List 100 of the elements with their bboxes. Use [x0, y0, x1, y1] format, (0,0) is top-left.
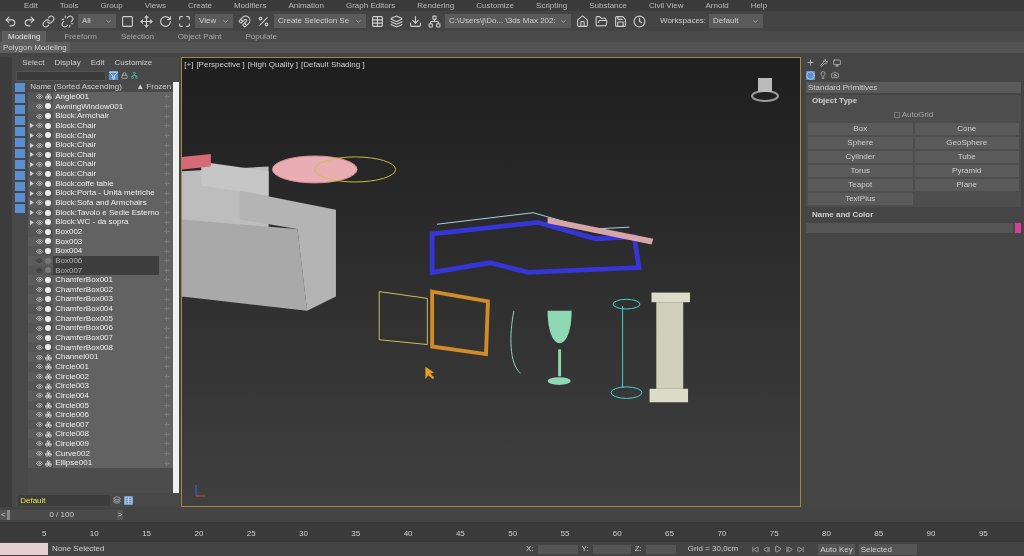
explorer-row[interactable]: Block:Chair — [28, 130, 174, 141]
unlink-button[interactable] — [59, 13, 75, 29]
explorer-row[interactable]: Circle002 — [28, 371, 174, 382]
track-bar[interactable]: 5 10 15 20 25 30 35 40 45 50 55 60 65 70 75 80 85 90 95 — [0, 522, 1024, 542]
explorer-row[interactable]: Block:Chair — [28, 149, 174, 160]
expand-arrow-icon[interactable] — [30, 152, 35, 158]
menu-item[interactable]: Help — [750, 0, 768, 11]
time-slider-track[interactable]: 0 / 100 — [6, 509, 117, 520]
workspace-dropdown[interactable]: Default — [709, 14, 764, 28]
script-listener-field[interactable] — [0, 543, 48, 555]
column-header[interactable]: ▲ Frozen — [136, 82, 172, 92]
viewport-label[interactable]: [Default Shading ] — [301, 59, 365, 71]
explorer-row[interactable]: Block:Chair — [28, 120, 174, 131]
clock-button[interactable] — [631, 13, 647, 29]
primitive-button[interactable]: Tube — [914, 151, 1019, 163]
explorer-row[interactable]: Box006 — [28, 255, 174, 266]
explorer-row[interactable]: Block:Chair — [28, 140, 174, 150]
expand-arrow-icon[interactable] — [30, 219, 35, 225]
step-forward-icon[interactable] — [786, 545, 794, 553]
visibility-icon[interactable] — [36, 151, 44, 159]
rollout-title[interactable]: Object Type — [806, 95, 1021, 107]
download-button[interactable] — [407, 13, 423, 29]
viewport-label[interactable]: [High Quality ] — [247, 59, 299, 71]
menu-item[interactable]: Customize — [476, 0, 515, 11]
menu-item[interactable]: Graph Editors — [345, 0, 396, 11]
menu-item[interactable]: Group — [100, 0, 123, 11]
expand-arrow-icon[interactable] — [30, 132, 35, 138]
move-button[interactable] — [138, 13, 154, 29]
play-icon[interactable] — [774, 545, 783, 553]
viewport-label[interactable]: [Perspective ] — [196, 59, 245, 71]
explorer-row[interactable]: Block:Chair — [28, 169, 174, 179]
explorer-row[interactable]: Block:Tavolo e Sedie Esterno — [28, 207, 174, 218]
layers-icon[interactable] — [113, 496, 122, 504]
primitive-button[interactable]: TextPlus — [808, 193, 913, 205]
category-dropdown[interactable]: Standard Primitives — [806, 82, 1021, 93]
ribbon-tab[interactable]: Freeform — [58, 31, 103, 42]
visibility-icon[interactable] — [36, 421, 44, 429]
visibility-icon[interactable] — [36, 257, 44, 265]
link-button[interactable] — [40, 13, 56, 29]
visibility-icon[interactable] — [36, 315, 44, 323]
explorer-row[interactable]: Block:Chair — [28, 159, 174, 170]
column-header[interactable]: Name (Sorted Ascending) — [30, 82, 122, 92]
visibility-icon[interactable] — [36, 180, 44, 188]
home-button[interactable] — [574, 13, 590, 29]
expand-arrow-icon[interactable] — [30, 171, 35, 177]
coordinate-dropdown[interactable]: View — [195, 14, 233, 28]
viewport[interactable]: [+] [Perspective ] [High Quality ] [Default Shading ] — [181, 57, 801, 507]
snap-button[interactable] — [236, 13, 252, 29]
prev-frame-button[interactable]: < — [0, 509, 7, 520]
utilities-icon[interactable] — [820, 58, 828, 67]
color-swatch[interactable] — [1015, 223, 1021, 233]
ribbon-tab[interactable]: Modeling — [2, 31, 47, 42]
explorer-row[interactable]: Block:Porta - Unità metriche — [28, 188, 174, 199]
visibility-icon[interactable] — [36, 266, 44, 274]
visibility-icon[interactable] — [36, 131, 44, 139]
camera-icon[interactable] — [831, 71, 839, 79]
explorer-row[interactable]: AwningWindow001 — [28, 101, 174, 112]
menu-item[interactable]: Scripting — [536, 0, 568, 11]
folder-button[interactable] — [593, 13, 609, 29]
explorer-menu-item[interactable]: Select — [22, 57, 45, 69]
rollout-title[interactable]: Name and Color — [806, 209, 1021, 221]
expand-arrow-icon[interactable] — [30, 142, 35, 148]
auto-key-button[interactable]: Auto Key — [818, 543, 855, 555]
explorer-menu-item[interactable]: Edit — [90, 57, 105, 69]
select-button[interactable] — [119, 13, 135, 29]
layers-button[interactable] — [388, 13, 404, 29]
explorer-menu-item[interactable]: Display — [54, 57, 81, 69]
selection-set-dropdown[interactable]: Create Selection Se — [274, 14, 366, 28]
visibility-icon[interactable] — [36, 392, 44, 400]
primitive-button[interactable]: Plane — [914, 179, 1019, 191]
menu-item[interactable]: Modifiers — [233, 0, 267, 11]
explorer-row[interactable]: Circle007 — [28, 419, 174, 430]
key-filter-dropdown[interactable]: Selected — [858, 543, 917, 555]
next-frame-button[interactable]: > — [116, 509, 124, 520]
viewport-label[interactable]: [+] — [184, 59, 194, 71]
explorer-row[interactable]: Box007 — [28, 265, 174, 276]
rotate-button[interactable] — [157, 13, 173, 29]
expand-arrow-icon[interactable] — [30, 161, 35, 167]
menu-item[interactable]: Create — [187, 0, 212, 11]
visibility-icon[interactable] — [36, 372, 44, 380]
menu-item[interactable]: Rendering — [417, 0, 455, 11]
primitive-button[interactable]: Box — [808, 123, 913, 135]
primitive-button[interactable]: Pyramid — [914, 165, 1019, 177]
menu-item[interactable]: Animation — [288, 0, 324, 11]
menu-item[interactable]: Tools — [59, 0, 79, 11]
step-back-icon[interactable] — [763, 545, 771, 553]
explorer-row[interactable]: Block:Sofa and Armchairs — [28, 198, 174, 208]
filter-icon[interactable] — [109, 71, 119, 80]
expand-arrow-icon[interactable] — [30, 200, 35, 206]
ribbon-panel-tab[interactable]: Polygon Modeling — [0, 42, 70, 53]
explorer-row[interactable]: Block:coffe table — [28, 178, 174, 189]
skip-forward-icon[interactable] — [797, 545, 805, 553]
sphere-icon[interactable] — [806, 70, 815, 80]
explorer-row[interactable]: Block:WC - da sopra — [28, 217, 174, 227]
visibility-icon[interactable] — [36, 343, 44, 351]
visibility-icon[interactable] — [36, 286, 44, 294]
explorer-row[interactable]: Circle004 — [28, 390, 174, 401]
hierarchy-icon[interactable] — [131, 72, 139, 79]
expand-arrow-icon[interactable] — [30, 190, 35, 196]
project-path-dropdown[interactable]: C:\Users\j\Do... \3ds Max 202: — [445, 14, 571, 28]
